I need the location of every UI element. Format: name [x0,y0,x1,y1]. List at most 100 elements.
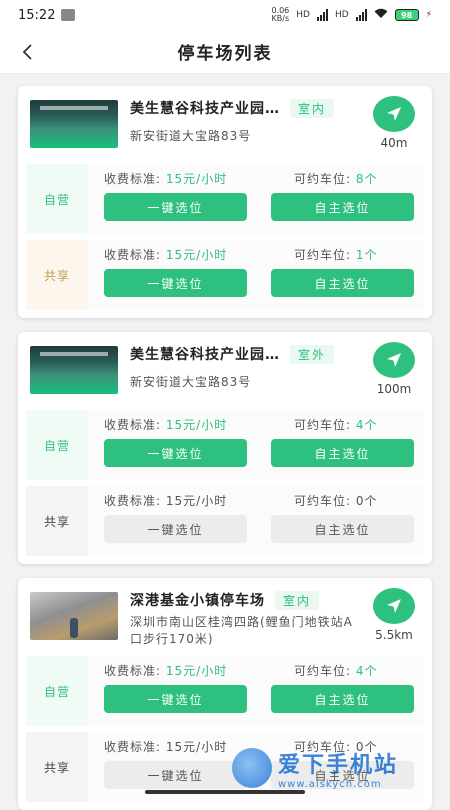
spots-label: 可约车位: [294,494,352,508]
watermark-title: 爱下手机站 [278,752,399,778]
section-label: 自营 [26,410,88,480]
self-select-button[interactable]: 自主选位 [271,193,414,221]
lot-name: 美生慧谷科技产业园… [130,347,280,363]
chevron-left-icon [22,44,32,60]
lot-info: 美生慧谷科技产业园… 室外 新安街道大宝路83号 [118,340,364,404]
self-operated-section: 自营 收费标准: 15元/小时 可约车位: 4个 一键选位 自主选位 [26,410,424,480]
spots-info: 可约车位: 4个 [294,662,414,679]
one-click-select-button[interactable]: 一键选位 [104,761,247,789]
section-label: 自营 [26,656,88,726]
lot-header: 美生慧谷科技产业园… 室外 新安街道大宝路83号 100m [26,340,424,404]
fee-label: 收费标准: [104,248,162,262]
section-body: 收费标准: 15元/小时 可约车位: 4个 一键选位 自主选位 [88,656,424,726]
fee-value: 15元/小时 [165,494,228,508]
navigate-column: 5.5km [364,586,424,650]
action-row: 一键选位 自主选位 [104,685,414,713]
section-body: 收费标准: 15元/小时 可约车位: 8个 一键选位 自主选位 [88,164,424,234]
parking-lot-list: 美生慧谷科技产业园… 室内 新安街道大宝路83号 40m 自营 收费标准: 15… [0,74,450,810]
net-speed-unit: KB/s [271,14,290,23]
signal-icon-2 [355,9,367,21]
battery-level: 98 [401,10,413,20]
navigation-arrow-icon [387,353,401,367]
fee-label: 收费标准: [104,418,162,432]
spots-value: 8个 [355,172,378,186]
section-body: 收费标准: 15元/小时 可约车位: 1个 一键选位 自主选位 [88,240,424,310]
meta-row: 收费标准: 15元/小时 可约车位: 4个 [104,416,414,433]
lot-thumbnail [30,592,118,640]
fee-value: 15元/小时 [165,664,228,678]
action-row: 一键选位 自主选位 [104,439,414,467]
lot-thumbnail [30,100,118,148]
lot-info: 美生慧谷科技产业园… 室内 新安街道大宝路83号 [118,94,364,158]
lot-distance: 5.5km [375,628,413,642]
lot-distance: 100m [376,382,412,396]
one-click-select-button[interactable]: 一键选位 [104,439,247,467]
spots-value: 0个 [355,494,378,508]
navigate-column: 100m [364,340,424,404]
lot-name-row: 美生慧谷科技产业园… 室外 [130,344,364,364]
fee-value: 15元/小时 [165,418,228,432]
spots-label: 可约车位: [294,664,352,678]
watermark: 爱下手机站 www.aiskycn.com [232,740,442,796]
spots-value: 4个 [355,418,378,432]
home-indicator[interactable] [145,790,305,794]
self-select-button[interactable]: 自主选位 [271,269,414,297]
meta-row: 收费标准: 15元/小时 可约车位: 8个 [104,170,414,187]
watermark-url: www.aiskycn.com [278,778,382,790]
section-body: 收费标准: 15元/小时 可约车位: 0个 一键选位 自主选位 [88,486,424,556]
one-click-select-button[interactable]: 一键选位 [104,685,247,713]
navigation-arrow-icon [387,599,401,613]
wifi-icon [374,8,388,22]
fee-value: 15元/小时 [165,248,228,262]
fee-info: 收费标准: 15元/小时 [104,246,227,263]
action-row: 一键选位 自主选位 [104,193,414,221]
fee-info: 收费标准: 15元/小时 [104,492,227,509]
self-operated-section: 自营 收费标准: 15元/小时 可约车位: 8个 一键选位 自主选位 [26,164,424,234]
one-click-select-button[interactable]: 一键选位 [104,515,247,543]
page-header: 停车场列表 [0,30,450,74]
navigation-arrow-icon [387,107,401,121]
navigate-column: 40m [364,94,424,158]
navigate-button[interactable] [373,342,415,378]
status-bar: 15:22 0.06 KB/s HD HD 98 ⚡ [0,0,450,30]
lot-name-row: 深港基金小镇停车场 室内 [130,590,364,610]
page-title: 停车场列表 [177,44,273,64]
lot-address: 深圳市南山区桂湾四路(鲤鱼门地铁站A口步行170米) [130,615,353,646]
spots-info: 可约车位: 0个 [294,492,414,509]
net-speed: 0.06 KB/s [271,7,289,23]
spots-info: 可约车位: 4个 [294,416,414,433]
lot-name: 美生慧谷科技产业园… [130,101,280,117]
lot-type-tag: 室内 [275,590,320,610]
spots-label: 可约车位: [294,248,352,262]
self-select-button[interactable]: 自主选位 [271,685,414,713]
self-select-button[interactable]: 自主选位 [271,439,414,467]
spots-info: 可约车位: 8个 [294,170,414,187]
watermark-logo-icon [232,748,272,788]
parking-lot-card[interactable]: 美生慧谷科技产业园… 室内 新安街道大宝路83号 40m 自营 收费标准: 15… [18,86,432,318]
fee-value: 15元/小时 [165,172,228,186]
section-body: 收费标准: 15元/小时 可约车位: 4个 一键选位 自主选位 [88,410,424,480]
spots-label: 可约车位: [294,418,352,432]
section-label: 共享 [26,486,88,556]
section-label: 共享 [26,240,88,310]
status-time: 15:22 [18,7,56,23]
self-select-button[interactable]: 自主选位 [271,515,414,543]
navigate-button[interactable] [373,96,415,132]
one-click-select-button[interactable]: 一键选位 [104,193,247,221]
self-operated-section: 自营 收费标准: 15元/小时 可约车位: 4个 一键选位 自主选位 [26,656,424,726]
fee-info: 收费标准: 15元/小时 [104,738,227,755]
one-click-select-button[interactable]: 一键选位 [104,269,247,297]
back-button[interactable] [14,38,42,66]
lot-info: 深港基金小镇停车场 室内 深圳市南山区桂湾四路(鲤鱼门地铁站A口步行170米) [118,586,364,650]
lot-address: 新安街道大宝路83号 [130,375,252,389]
lot-name: 深港基金小镇停车场 [130,593,265,609]
navigate-button[interactable] [373,588,415,624]
fee-value: 15元/小时 [165,740,228,754]
status-right: 0.06 KB/s HD HD 98 ⚡ [271,7,432,23]
parking-lot-card[interactable]: 美生慧谷科技产业园… 室外 新安街道大宝路83号 100m 自营 收费标准: 1… [18,332,432,564]
meta-row: 收费标准: 15元/小时 可约车位: 1个 [104,246,414,263]
spots-value: 1个 [355,248,378,262]
signal-2-label: HD [334,10,349,20]
lot-thumbnail [30,346,118,394]
spots-value: 4个 [355,664,378,678]
